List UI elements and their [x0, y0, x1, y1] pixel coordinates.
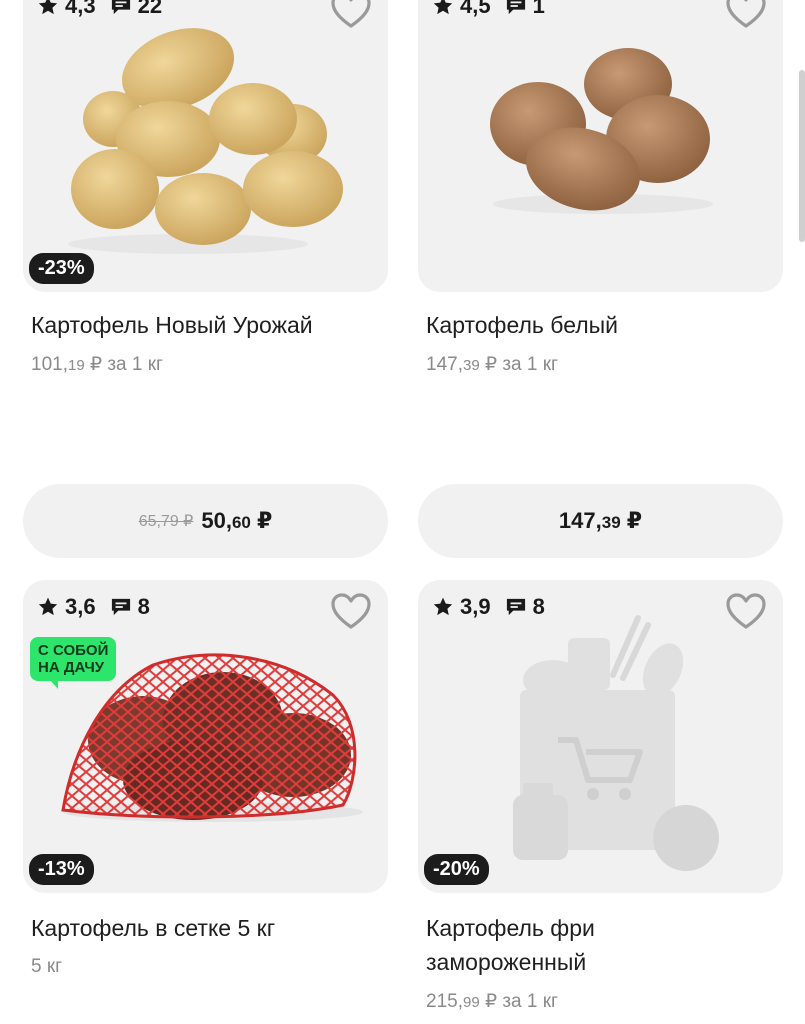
- potato-yellow-image: [68, 28, 343, 254]
- discount-badge: -23%: [29, 253, 94, 284]
- unit-price: 147,39 ₽ за 1 кг: [426, 354, 558, 375]
- scrollbar[interactable]: [799, 70, 805, 242]
- add-to-cart-button[interactable]: 65,79 ₽ 50,60 ₽: [23, 484, 388, 558]
- discount-badge: -20%: [424, 854, 489, 885]
- product-image-box[interactable]: 4,3 22 -23%: [23, 0, 388, 292]
- product-name[interactable]: Картофель в сетке 5 кг: [31, 911, 381, 945]
- potato-net-image: [61, 653, 363, 822]
- product-image-box[interactable]: 4,5 1: [418, 0, 783, 292]
- unit-price: 215,99 ₽ за 1 кг: [426, 991, 558, 1012]
- product-image-box[interactable]: 3,6 8 С СОБОЙ НА ДАЧУ -13%: [23, 580, 388, 893]
- product-name[interactable]: Картофель фри замороженный: [426, 911, 776, 979]
- promo-tag: С СОБОЙ НА ДАЧУ: [30, 637, 117, 689]
- current-price: 50,60 ₽: [201, 508, 273, 533]
- product-image-box[interactable]: 3,9 8 -20%: [418, 580, 783, 893]
- old-price: 65,79 ₽: [138, 513, 194, 530]
- unit-price: 101,19 ₽ за 1 кг: [31, 354, 163, 375]
- product-name[interactable]: Картофель Новый Урожай: [31, 308, 381, 342]
- add-to-cart-button[interactable]: 147,39 ₽: [418, 484, 783, 558]
- potato-white-image: [490, 48, 713, 214]
- product-name[interactable]: Картофель белый: [426, 308, 776, 342]
- unit-weight: 5 кг: [31, 956, 63, 977]
- current-price: 147,39 ₽: [558, 508, 643, 533]
- placeholder-bag-icon: [513, 615, 719, 871]
- discount-badge: -13%: [29, 854, 94, 885]
